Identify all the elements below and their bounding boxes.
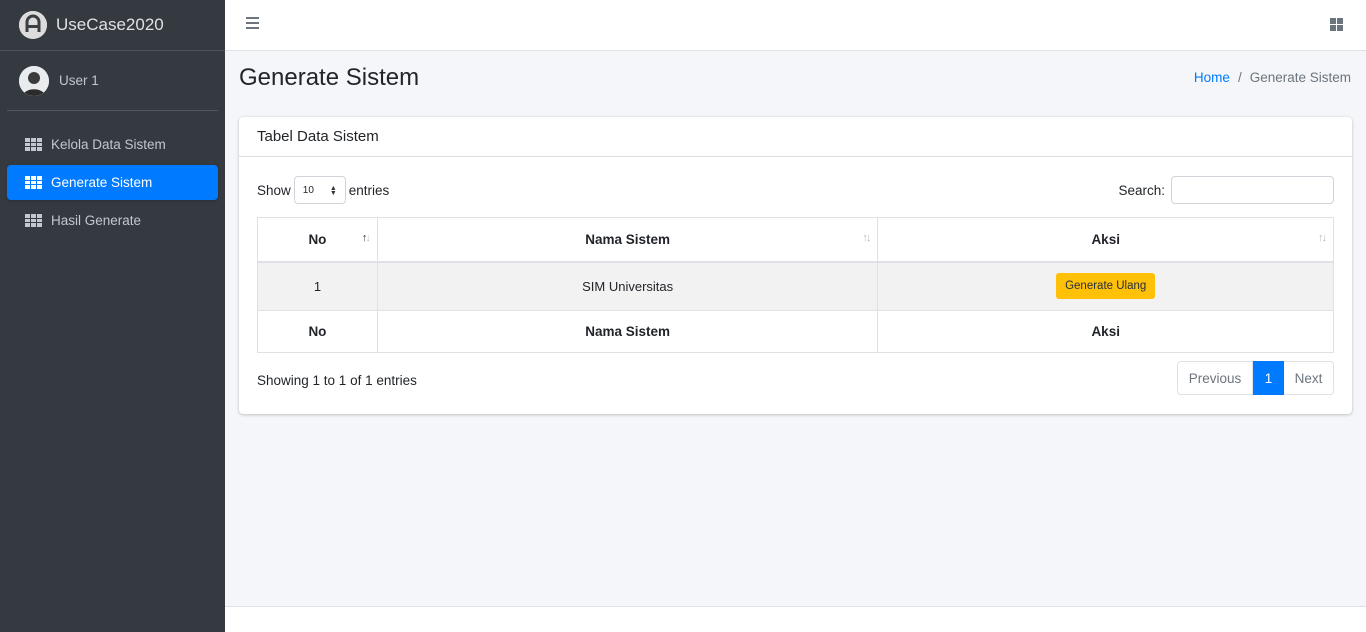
pagination: Previous 1 Next xyxy=(1177,361,1334,395)
generate-ulang-button[interactable]: Generate Ulang xyxy=(1056,273,1156,300)
page-length-control: Show 10 ▲ ▼ entries xyxy=(257,176,389,204)
card-title: Tabel Data Sistem xyxy=(239,117,1352,157)
page-length-select[interactable]: 10 ▲ ▼ xyxy=(293,176,346,204)
user-panel[interactable]: User 1 xyxy=(7,51,218,111)
sidebar-nav: Kelola Data Sistem Generate Sistem Hasil… xyxy=(0,111,225,238)
search-label: Search: xyxy=(1118,182,1165,198)
breadcrumb: Home / Generate Sistem xyxy=(1194,70,1351,85)
column-header-aksi[interactable]: Aksi ↑↓ xyxy=(877,217,1334,263)
page-title: Generate Sistem xyxy=(239,64,420,91)
cell-nama-sistem: SIM Universitas xyxy=(376,261,879,311)
sort-asc-icon: ↑↓ xyxy=(361,232,371,244)
data-table: No ↑↓ Nama Sistem ↑↓ Aksi ↑↓ 1 SIM Universi… xyxy=(257,217,1334,353)
breadcrumb-home-link[interactable]: Home xyxy=(1194,70,1230,85)
sidebar-item-kelola-data-sistem[interactable]: Kelola Data Sistem xyxy=(7,127,218,162)
sidebar-item-label: Kelola Data Sistem xyxy=(51,137,166,152)
breadcrumb-separator: / xyxy=(1237,70,1242,85)
table-icon xyxy=(25,138,42,151)
sidebar-item-label: Hasil Generate xyxy=(51,213,142,228)
sidebar-item-label: Generate Sistem xyxy=(51,175,153,190)
footer-aksi: Aksi xyxy=(877,310,1334,353)
cell-no: 1 xyxy=(257,261,378,311)
sidebar: UseCase2020 User 1 Kelola Data Sistem Ge… xyxy=(0,0,225,632)
next-page-button[interactable]: Next xyxy=(1284,361,1334,395)
table-icon xyxy=(25,214,42,227)
select-arrows-icon: ▲ ▼ xyxy=(329,185,337,197)
breadcrumb-current: Generate Sistem xyxy=(1249,70,1351,85)
footer-no: No xyxy=(257,310,378,353)
top-navbar xyxy=(225,0,1366,51)
table-header-row: No ↑↓ Nama Sistem ↑↓ Aksi ↑↓ xyxy=(257,217,1334,263)
page-length-value: 10 xyxy=(302,184,314,196)
entries-label: entries xyxy=(348,182,390,198)
show-label: Show xyxy=(257,182,291,198)
cell-aksi: Generate Ulang xyxy=(877,261,1334,311)
footer-nama-sistem: Nama Sistem xyxy=(376,310,879,353)
table-row: 1 SIM Universitas Generate Ulang xyxy=(257,261,1334,311)
table-controls: Show 10 ▲ ▼ entries Search: xyxy=(257,176,1334,204)
brand-text: UseCase2020 xyxy=(56,15,164,34)
column-header-nama-sistem[interactable]: Nama Sistem ↑↓ xyxy=(376,217,879,263)
user-avatar-icon xyxy=(19,65,49,96)
data-card: Tabel Data Sistem Show 10 ▲ ▼ entries Sea… xyxy=(239,117,1352,414)
column-header-no[interactable]: No ↑↓ xyxy=(257,217,378,263)
page-1-button[interactable]: 1 xyxy=(1253,361,1284,395)
sort-icon: ↑↓ xyxy=(862,232,871,244)
table-icon xyxy=(25,176,42,189)
user-name[interactable]: User 1 xyxy=(59,73,99,88)
apps-grid-icon[interactable] xyxy=(1330,18,1344,31)
brand-logo-icon xyxy=(19,11,47,39)
previous-page-button[interactable]: Previous xyxy=(1177,361,1253,395)
table-footer-row: No Nama Sistem Aksi xyxy=(257,310,1334,353)
sidebar-item-hasil-generate[interactable]: Hasil Generate xyxy=(7,203,218,238)
search-input[interactable] xyxy=(1171,176,1334,204)
brand-link[interactable]: UseCase2020 xyxy=(0,0,225,51)
table-info: Showing 1 to 1 of 1 entries xyxy=(257,373,417,388)
sort-icon: ↑↓ xyxy=(1318,232,1327,244)
sidebar-item-generate-sistem[interactable]: Generate Sistem xyxy=(7,165,218,200)
page-footer xyxy=(225,606,1366,632)
menu-toggle-icon[interactable] xyxy=(246,17,259,29)
avatar xyxy=(19,65,49,96)
search-control: Search: xyxy=(1118,176,1334,204)
